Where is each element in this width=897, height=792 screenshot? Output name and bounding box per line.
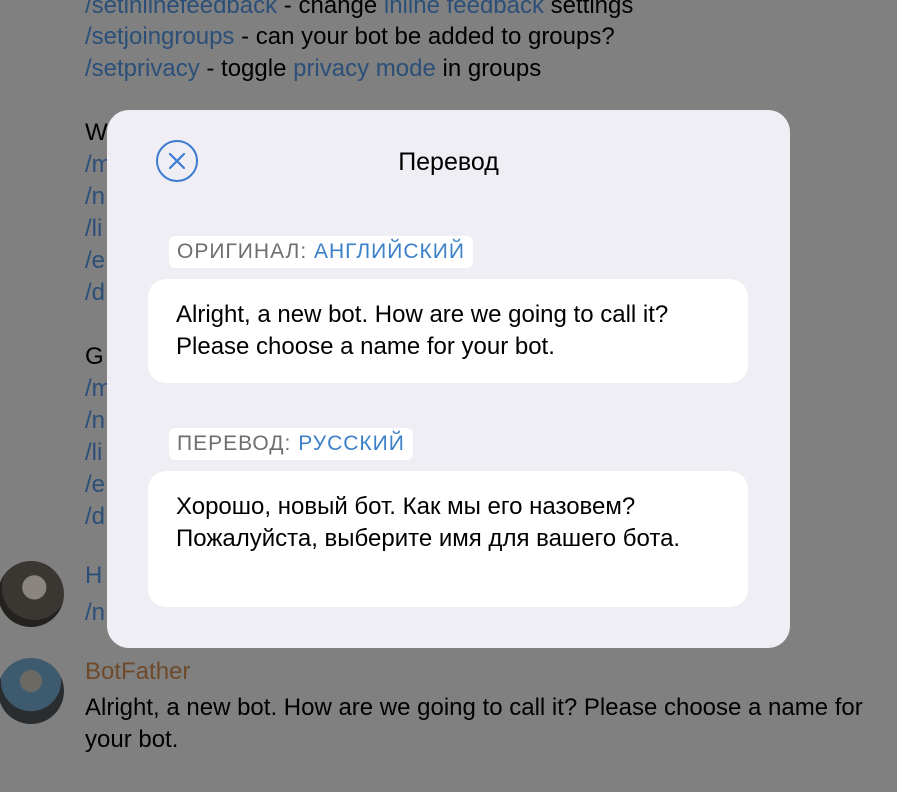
sender-name[interactable]: H [85, 560, 102, 592]
translation-modal: Перевод ОРИГИНАЛ: АНГЛИЙСКИЙ Alright, a … [107, 110, 790, 648]
privacy-mode-link[interactable]: privacy mode [293, 55, 436, 82]
command-link[interactable]: /d [85, 501, 105, 533]
command-link[interactable]: /n [85, 181, 105, 213]
command-link[interactable]: /setjoingroups [85, 23, 234, 50]
chat-line-setprivacy: /setprivacy - toggle privacy mode in gro… [85, 53, 541, 85]
line-text: settings [544, 0, 634, 19]
message-text: Alright, a new bot. How are we going to … [85, 694, 863, 753]
command-link[interactable]: /d [85, 277, 105, 309]
original-language-link[interactable]: АНГЛИЙСКИЙ [314, 240, 465, 263]
section-heading: W [85, 119, 108, 146]
original-text-card: Alright, a new bot. How are we going to … [148, 279, 748, 383]
line-text: - change [277, 0, 384, 19]
line-text: - toggle [199, 55, 294, 82]
command-link[interactable]: /li [85, 213, 102, 245]
translation-language-label: ПЕРЕВОД: РУССКИЙ [169, 428, 413, 460]
command-link[interactable]: /setprivacy [85, 55, 200, 82]
original-language-label: ОРИГИНАЛ: АНГЛИЙСКИЙ [169, 236, 473, 268]
command-link[interactable]: /e [85, 469, 105, 501]
sender-name-botfather[interactable]: BotFather [85, 657, 190, 687]
line-text: in groups [435, 55, 542, 82]
chat-line-setjoingroups: /setjoingroups - can your bot be added t… [85, 21, 615, 53]
command-link[interactable]: /n [85, 597, 105, 629]
command-link[interactable]: /setinlinefeedback [85, 0, 277, 19]
translation-language-link[interactable]: РУССКИЙ [298, 432, 405, 455]
inline-feedback-link[interactable]: inline feedback [384, 0, 544, 19]
command-link[interactable]: /li [85, 437, 102, 469]
line-text: - can your bot be added to groups? [234, 23, 615, 50]
chat-line-setinlinefeedback: /setinlinefeedback - change inline feedb… [85, 0, 633, 22]
command-link[interactable]: /e [85, 245, 105, 277]
user-avatar[interactable] [0, 561, 64, 627]
command-link[interactable]: /n [85, 405, 105, 437]
section-heading: G [85, 343, 104, 370]
botfather-avatar[interactable] [0, 658, 64, 724]
translation-text-card: Хорошо, новый бот. Как мы его назовем? П… [148, 471, 748, 607]
original-label: ОРИГИНАЛ: [177, 240, 308, 263]
modal-title: Перевод [398, 148, 499, 176]
translation-label: ПЕРЕВОД: [177, 432, 292, 455]
